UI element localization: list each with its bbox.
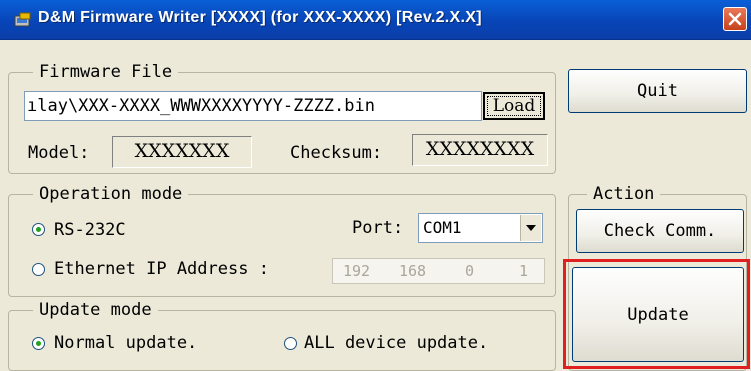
operation-mode-legend: Operation mode bbox=[33, 183, 189, 205]
port-select[interactable]: COM1 bbox=[418, 213, 543, 243]
checksum-label: Checksum: bbox=[290, 143, 383, 163]
all-device-update-label: ALL device update. bbox=[304, 333, 489, 353]
firmware-path-field[interactable]: ılay\XXX-XXXX_WWWXXXXYYYY-ZZZZ.bin bbox=[24, 91, 482, 121]
window-title: D&M Firmware Writer [XXXX] (for XXX-XXXX… bbox=[38, 9, 482, 26]
app-icon bbox=[14, 12, 31, 27]
ip-address-field[interactable]: 192 168 0 1 bbox=[332, 258, 545, 284]
ethernet-label: Ethernet IP Address : bbox=[54, 259, 269, 279]
checksum-value: XXXXXXXX bbox=[412, 134, 548, 166]
normal-update-label: Normal update. bbox=[54, 333, 198, 353]
update-mode-legend: Update mode bbox=[33, 299, 158, 321]
ethernet-radio[interactable] bbox=[32, 263, 45, 276]
port-value: COM1 bbox=[423, 218, 462, 237]
model-label: Model: bbox=[28, 143, 90, 163]
close-button[interactable] bbox=[723, 7, 747, 31]
firmware-file-legend: Firmware File bbox=[33, 61, 179, 83]
update-highlight bbox=[563, 259, 750, 369]
ip-octet-1: 192 bbox=[343, 262, 371, 280]
quit-button[interactable]: Quit bbox=[568, 69, 747, 113]
close-icon bbox=[728, 12, 742, 26]
ip-octet-4: 1 bbox=[519, 262, 529, 280]
dialog-client: Firmware File ılay\XXX-XXXX_WWWXXXXYYYY-… bbox=[0, 40, 751, 371]
ip-octet-2: 168 bbox=[399, 262, 427, 280]
title-bar[interactable]: D&M Firmware Writer [XXXX] (for XXX-XXXX… bbox=[0, 0, 751, 40]
check-comm-button[interactable]: Check Comm. bbox=[576, 209, 744, 253]
rs232-radio[interactable] bbox=[32, 223, 45, 236]
port-label: Port: bbox=[352, 218, 404, 238]
action-legend: Action bbox=[587, 183, 661, 205]
normal-update-radio[interactable] bbox=[32, 337, 45, 350]
rs232-label: RS-232C bbox=[54, 220, 126, 240]
all-device-update-radio[interactable] bbox=[284, 337, 297, 350]
load-button[interactable]: Load bbox=[483, 92, 545, 120]
ip-octet-3: 0 bbox=[465, 262, 475, 280]
model-value: XXXXXXX bbox=[112, 136, 252, 168]
chevron-down-icon[interactable] bbox=[520, 215, 541, 241]
